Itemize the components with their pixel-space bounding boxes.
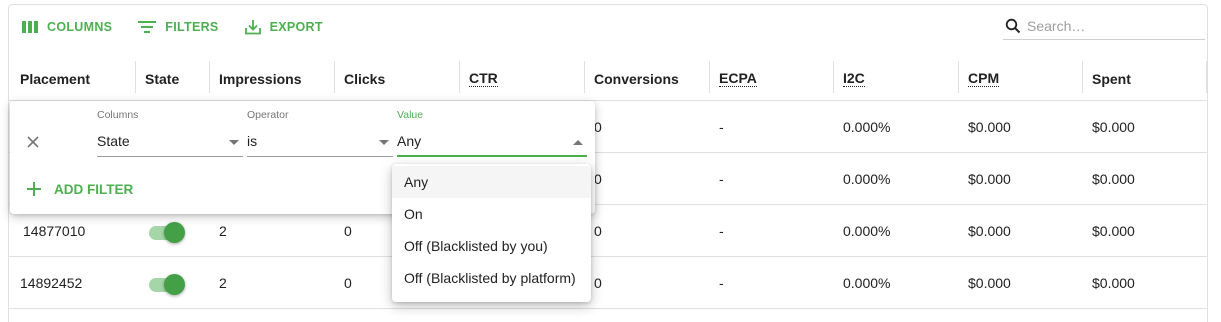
filter-operator-value: is	[247, 133, 258, 149]
value-dropdown-menu: Any On Off (Blacklisted by you) Off (Bla…	[392, 164, 591, 302]
i2c-cell: 0.000%	[843, 223, 891, 239]
column-separator[interactable]	[833, 61, 834, 93]
conversions-cell: 0	[594, 171, 602, 187]
column-separator[interactable]	[584, 61, 585, 93]
search-box	[1003, 12, 1205, 40]
close-icon	[27, 136, 39, 148]
filters-button[interactable]: FILTERS	[138, 20, 218, 34]
impressions-cell: 2	[219, 275, 227, 291]
spent-cell: $0.000	[1092, 275, 1135, 291]
spent-cell: $0.000	[1092, 223, 1135, 239]
ecpa-cell: -	[719, 119, 724, 135]
state-cell	[147, 257, 187, 309]
column-separator[interactable]	[334, 61, 335, 93]
caret-up-icon	[573, 140, 583, 145]
cpm-cell: $0.000	[968, 119, 1011, 135]
cpm-cell: $0.000	[968, 223, 1011, 239]
download-icon	[244, 20, 261, 35]
state-toggle[interactable]	[147, 221, 187, 243]
search-icon	[1005, 18, 1021, 33]
column-separator[interactable]	[1082, 61, 1083, 93]
column-separator[interactable]	[958, 61, 959, 93]
i2c-cell: 0.000%	[843, 171, 891, 187]
filter-value-value: Any	[397, 133, 422, 149]
column-header-state[interactable]: State	[145, 56, 179, 101]
conversions-cell: 0	[594, 119, 602, 135]
state-toggle[interactable]	[147, 273, 187, 295]
column-header-ctr[interactable]: CTR	[469, 56, 498, 101]
column-separator[interactable]	[135, 61, 136, 93]
cpm-cell: $0.000	[968, 171, 1011, 187]
filter-columns-label: Columns	[97, 109, 139, 121]
caret-down-icon	[379, 140, 389, 145]
conversions-cell: 0	[594, 275, 602, 291]
filter-columns-value: State	[97, 133, 130, 149]
columns-button-label: COLUMNS	[47, 20, 113, 34]
ecpa-cell: -	[719, 275, 724, 291]
column-header-ecpa[interactable]: ECPA	[719, 56, 757, 101]
column-separator[interactable]	[459, 61, 460, 93]
clicks-cell: 0	[344, 275, 352, 291]
remove-filter-button[interactable]	[25, 134, 41, 150]
grid-toolbar: COLUMNS FILTERS EXPORT	[22, 16, 349, 38]
column-header-conversions[interactable]: Conversions	[594, 56, 679, 101]
spent-cell: $0.000	[1092, 119, 1135, 135]
filter-operator-label: Operator	[247, 109, 289, 121]
table-row[interactable]: 14892452 2 0 0 - 0.000% $0.000 $0.000	[9, 257, 1207, 309]
i2c-cell: 0.000%	[843, 119, 891, 135]
filter-columns-select[interactable]: Columns State	[97, 109, 243, 157]
placement-cell: 14892452	[20, 275, 83, 291]
conversions-cell: 0	[594, 223, 602, 239]
column-header-placement[interactable]: Placement	[20, 56, 90, 101]
i2c-cell: 0.000%	[843, 275, 891, 291]
column-separator[interactable]	[209, 61, 210, 93]
columns-button[interactable]: COLUMNS	[22, 20, 112, 34]
table-header: Placement State Impressions Clicks CTR C…	[9, 56, 1207, 101]
cpm-cell: $0.000	[968, 275, 1011, 291]
search-input[interactable]	[1027, 17, 1197, 34]
caret-down-icon	[229, 140, 239, 145]
filter-value-label: Value	[397, 109, 424, 121]
menu-item-on[interactable]: On	[392, 198, 591, 230]
spent-cell: $0.000	[1092, 171, 1135, 187]
column-header-i2c[interactable]: I2C	[843, 56, 865, 101]
column-separator[interactable]	[1206, 61, 1207, 93]
filters-button-label: FILTERS	[165, 20, 219, 34]
column-separator[interactable]	[709, 61, 710, 93]
column-header-clicks[interactable]: Clicks	[344, 56, 385, 101]
column-header-cpm[interactable]: CPM	[968, 56, 1000, 101]
columns-icon	[22, 21, 38, 33]
menu-item-off-blacklisted-by-you[interactable]: Off (Blacklisted by you)	[392, 230, 591, 262]
menu-item-any[interactable]: Any	[392, 166, 591, 198]
column-header-impressions[interactable]: Impressions	[219, 56, 301, 101]
menu-item-off-blacklisted-by-platform[interactable]: Off (Blacklisted by platform)	[392, 262, 591, 294]
add-filter-button[interactable]: ADD FILTER	[26, 181, 133, 197]
plus-icon	[27, 182, 41, 196]
filter-icon	[138, 21, 157, 33]
filter-value-select[interactable]: Value Any	[397, 109, 587, 157]
export-button-label: EXPORT	[269, 20, 323, 34]
ecpa-cell: -	[719, 223, 724, 239]
add-filter-label: ADD FILTER	[54, 181, 134, 197]
column-header-spent[interactable]: Spent	[1092, 56, 1131, 101]
filter-operator-select[interactable]: Operator is	[247, 109, 393, 157]
ecpa-cell: -	[719, 171, 724, 187]
export-button[interactable]: EXPORT	[244, 19, 323, 35]
